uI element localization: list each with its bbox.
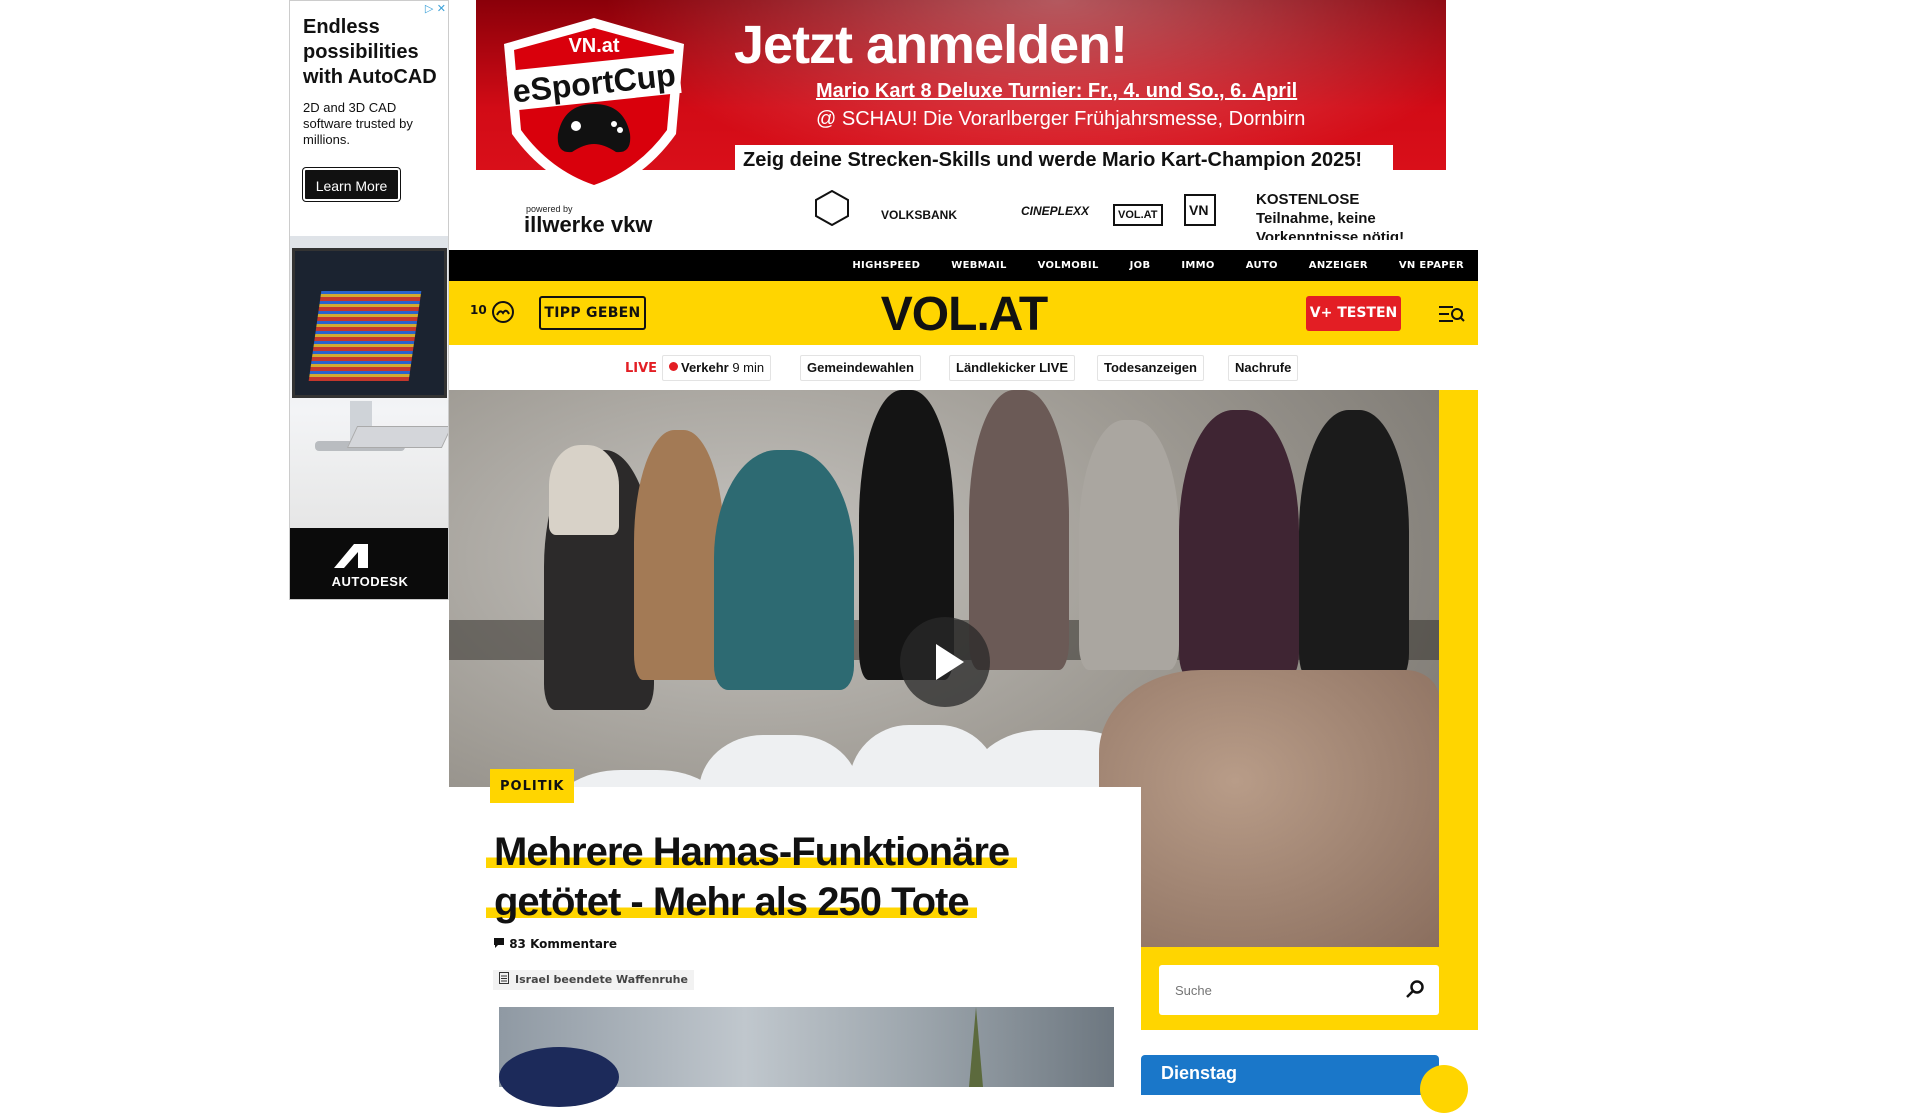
sponsor-volksbank: VOLKSBANK — [881, 208, 958, 222]
nav-immo[interactable]: IMMO — [1181, 250, 1214, 281]
chip-verkehr-label: Verkehr — [681, 360, 729, 375]
article-title[interactable]: Mehrere Hamas-Funktionäre getötet - Mehr… — [486, 827, 1086, 927]
article-comments-count: 83 Kommentare — [509, 937, 617, 951]
banner-cta: Zeig deine Strecken-Skills und werde Mar… — [735, 145, 1393, 175]
comment-icon — [494, 938, 504, 948]
left-ad-autocad[interactable]: ▷ ✕ Endless possibilities with AutoCAD 2… — [289, 0, 449, 600]
sidebar-search — [1159, 965, 1439, 1015]
site-logo[interactable]: VOL.AT — [879, 289, 1049, 341]
ad-subtext: 2D and 3D CAD software trusted by millio… — [303, 100, 413, 147]
top-banner-ad[interactable]: VN.at eSportCup powered by illwerke vkw … — [476, 0, 1446, 240]
live-dot-icon — [669, 362, 678, 371]
site-header: 10 TIPP GEBEN VOL.AT V+ TESTEN — [449, 281, 1478, 345]
nav-highspeed[interactable]: HIGHSPEED — [852, 250, 920, 281]
top-service-nav: HIGHSPEED WEBMAIL VOLMOBIL JOB IMMO AUTO… — [449, 250, 1478, 281]
sponsor-vn: VN — [1184, 194, 1216, 226]
sponsor-volat: VOL.AT — [1113, 204, 1163, 226]
secondary-article-image[interactable] — [499, 1007, 1114, 1107]
chip-laendlekicker-live[interactable]: Ländlekicker LIVE — [949, 355, 1075, 381]
menu-search-icon[interactable] — [1439, 303, 1465, 325]
search-icon[interactable] — [1405, 979, 1425, 999]
search-input[interactable] — [1175, 979, 1375, 1001]
chip-todesanzeigen[interactable]: Todesanzeigen — [1097, 355, 1204, 381]
related-article-label: Israel beendete Waffenruhe — [515, 973, 688, 986]
ad-brand-footer: AUTODESK — [290, 528, 448, 599]
ad-product-image — [290, 236, 448, 528]
document-icon — [499, 972, 509, 984]
ad-headline: Endless possibilities with AutoCAD — [303, 16, 437, 88]
banner-right-text: KOSTENLOSE Teilnahme, keine Vorkenntniss… — [1256, 191, 1405, 240]
chip-verkehr[interactable]: Verkehr 9 min — [662, 355, 772, 381]
banner-sponsor-main: illwerke vkw — [524, 212, 653, 237]
banner-line-1: Mario Kart 8 Deluxe Turnier: Fr., 4. und… — [816, 80, 1298, 102]
nav-volmobil[interactable]: VOLMOBIL — [1038, 250, 1099, 281]
sun-icon — [1420, 1065, 1468, 1113]
tipp-geben-button[interactable]: TIPP GEBEN — [539, 296, 646, 330]
nav-job[interactable]: JOB — [1130, 250, 1151, 281]
ad-brand-name: AUTODESK — [331, 574, 409, 589]
weather-widget[interactable]: Dienstag — [1141, 1055, 1439, 1095]
nav-vn-epaper[interactable]: VN EPAPER — [1399, 250, 1464, 281]
article-comments-link[interactable]: 83 Kommentare — [493, 937, 617, 951]
live-label: LIVE — [625, 361, 658, 376]
ad-learn-more-button[interactable]: Learn More — [303, 168, 400, 201]
article-title-line-2: getötet - Mehr als 250 Tote — [486, 880, 977, 924]
quicklinks-bar: LIVE Verkehr 9 min Gemeindewahlen Ländle… — [449, 345, 1478, 390]
weather-icon[interactable] — [491, 300, 515, 324]
nav-anzeiger[interactable]: ANZEIGER — [1309, 250, 1368, 281]
weather-temperature[interactable]: 10 — [470, 303, 487, 317]
autodesk-logo-icon — [334, 544, 368, 568]
related-article-link[interactable]: Israel beendete Waffenruhe — [493, 970, 694, 990]
banner-logo-top: VN.at — [568, 35, 619, 57]
chip-verkehr-time: 9 min — [732, 360, 765, 375]
weather-day: Dienstag — [1161, 1063, 1238, 1083]
v-plus-testen-button[interactable]: V+ TESTEN — [1306, 296, 1401, 331]
chip-gemeindewahlen[interactable]: Gemeindewahlen — [800, 355, 921, 381]
esportcup-shield-logo: VN.at eSportCup — [504, 18, 684, 196]
lead-article[interactable]: POLITIK Mehrere Hamas-Funktionäre getöte… — [449, 769, 1141, 1107]
article-category[interactable]: POLITIK — [490, 769, 575, 803]
nav-webmail[interactable]: WEBMAIL — [951, 250, 1006, 281]
chip-nachrufe[interactable]: Nachrufe — [1228, 355, 1299, 381]
banner-title: Jetzt anmelden! — [734, 15, 1128, 75]
nav-auto[interactable]: AUTO — [1246, 250, 1278, 281]
sponsor-cineplexx: CINEPLEXX — [1021, 204, 1090, 218]
austria-badge-icon — [815, 190, 849, 226]
ad-choices-icon[interactable]: ▷ ✕ — [425, 2, 446, 15]
video-play-icon[interactable] — [900, 617, 990, 707]
article-title-line-1: Mehrere Hamas-Funktionäre — [486, 830, 1018, 874]
banner-line-2: @ SCHAU! Die Vorarlberger Frühjahrsmesse… — [816, 108, 1306, 130]
